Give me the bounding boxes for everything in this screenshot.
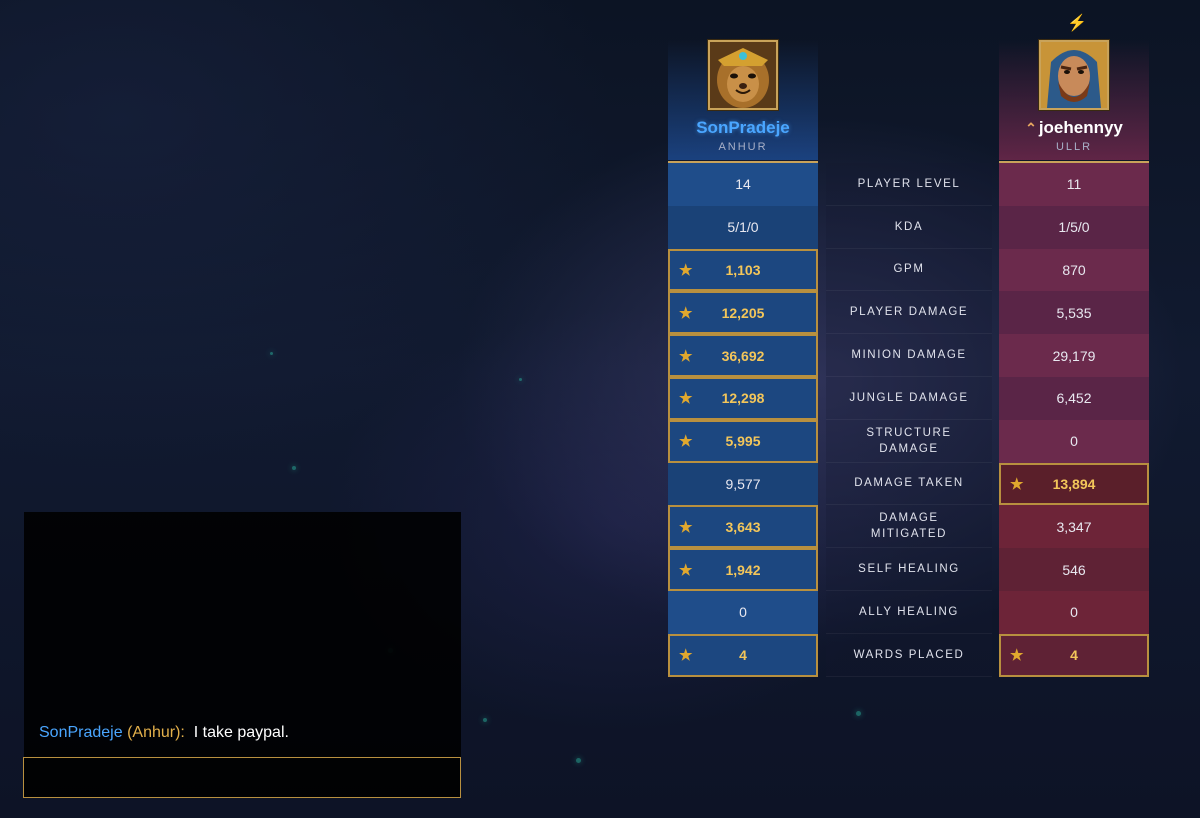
star-icon: ★ — [679, 347, 693, 365]
stats-column-right: 11 1/5/0 870 5,535 29,179 6,452 0 ★ 13,894 3,347 5… — [999, 163, 1149, 677]
stat-value-text: 4 — [1070, 647, 1078, 664]
stat-value-text: 5,535 — [1056, 304, 1092, 321]
stat-value-text: 1/5/0 — [1058, 219, 1090, 236]
particle — [483, 718, 487, 722]
star-icon: ★ — [679, 647, 693, 665]
stat-value-left: ★ 36,692 — [668, 334, 818, 377]
stat-value-left: 5/1/0 — [668, 205, 818, 249]
stat-value-text: 0 — [1070, 604, 1078, 621]
player-name[interactable]: ⌃ joehennyy — [999, 118, 1149, 138]
stat-value-right: 1/5/0 — [999, 205, 1149, 249]
stat-value-left: ★ 12,205 — [668, 291, 818, 335]
stat-value-left: ★ 3,643 — [668, 505, 818, 549]
stat-value-right: 3,347 — [999, 505, 1149, 549]
stat-value-text: 1,942 — [725, 561, 761, 578]
star-icon: ★ — [679, 261, 693, 279]
stat-value-right: 6,452 — [999, 376, 1149, 420]
god-name: ULLR — [1055, 141, 1093, 153]
stat-value-text: 0 — [739, 604, 747, 621]
player-header-left: SonPradeje ANHUR — [668, 40, 818, 160]
star-icon: ★ — [679, 304, 693, 322]
star-icon: ★ — [679, 390, 693, 408]
avatar-anhur[interactable] — [708, 40, 778, 110]
particle — [576, 758, 581, 763]
stat-label: JUNGLE DAMAGE — [826, 376, 992, 420]
stat-value-right: 0 — [999, 590, 1149, 634]
stat-value-left: ★ 12,298 — [668, 376, 818, 420]
stat-label: PLAYER LEVEL — [826, 163, 992, 206]
stat-value-text: 1,103 — [725, 261, 761, 278]
chat-panel — [24, 512, 461, 757]
stat-value-text: 12,298 — [721, 390, 765, 407]
particle — [519, 378, 522, 381]
chat-input[interactable] — [23, 757, 461, 798]
stat-label: MINION DAMAGE — [826, 334, 992, 377]
stat-label: PLAYER DAMAGE — [826, 291, 992, 335]
particle — [292, 466, 296, 470]
stat-value-text: 13,894 — [1052, 475, 1096, 492]
star-icon: ★ — [679, 518, 693, 536]
stat-value-right: 5,535 — [999, 291, 1149, 335]
stat-value-text: 5,995 — [725, 433, 761, 450]
chat-sender[interactable]: SonPradeje — [39, 724, 123, 741]
stat-value-left: 14 — [668, 163, 818, 206]
stat-value-text: 6,452 — [1056, 390, 1092, 407]
stat-value-text: 5/1/0 — [727, 219, 759, 236]
chevron-up-icon: ⌃ — [1025, 120, 1037, 136]
stat-label: ALLY HEALING — [826, 590, 992, 634]
stat-value-left: 9,577 — [668, 462, 818, 506]
stat-value-text: 14 — [735, 176, 751, 193]
chat-message: SonPradeje (Anhur): I take paypal. — [39, 724, 289, 742]
stat-value-text: 11 — [1066, 176, 1082, 193]
stat-value-text: 4 — [739, 647, 747, 664]
stat-value-text: 3,643 — [725, 518, 761, 535]
stat-value-right: ★ 13,894 — [999, 462, 1149, 506]
stat-value-text: 12,205 — [721, 304, 765, 321]
stats-column-left: 14 5/1/0 ★ 1,103 ★ 12,205 ★ 36,692 ★ 12,298 ★ 5,995… — [668, 163, 818, 677]
stat-label: SELF HEALING — [826, 548, 992, 591]
lightning-icon: ⚡ — [1067, 15, 1087, 32]
stat-value-text: 29,179 — [1052, 347, 1096, 364]
stat-value-right: ★ 4 — [999, 633, 1149, 677]
stat-value-right: 29,179 — [999, 334, 1149, 377]
stat-value-text: 0 — [1070, 433, 1078, 450]
stat-label: KDA — [826, 205, 992, 249]
avatar-ullr[interactable] — [1039, 40, 1109, 110]
stat-value-text: 36,692 — [721, 347, 765, 364]
star-icon: ★ — [1010, 475, 1024, 493]
stat-value-right: 0 — [999, 419, 1149, 463]
chat-sender-god: (Anhur): — [127, 724, 185, 741]
stat-value-left: ★ 1,103 — [668, 248, 818, 292]
chat-message-text: I take paypal. — [193, 724, 289, 741]
stat-value-right: 870 — [999, 248, 1149, 292]
star-icon: ★ — [679, 433, 693, 451]
particle — [270, 352, 273, 355]
stat-value-left: ★ 5,995 — [668, 419, 818, 463]
stats-labels-column: PLAYER LEVEL KDA GPM PLAYER DAMAGE MINION DA… — [826, 163, 992, 677]
stat-value-left: 0 — [668, 590, 818, 634]
stat-label: WARDS PLACED — [826, 633, 992, 677]
stat-label: GPM — [826, 248, 992, 292]
god-name: ANHUR — [718, 141, 768, 153]
stat-value-text: 870 — [1062, 261, 1086, 278]
stat-value-text: 9,577 — [725, 475, 761, 492]
stat-label: STRUCTURE DAMAGE — [826, 419, 992, 463]
star-icon: ★ — [679, 561, 693, 579]
player-header-right: ⌃ joehennyy ULLR — [999, 40, 1149, 160]
stat-label: DAMAGE MITIGATED — [826, 505, 992, 549]
stat-value-right: 11 — [999, 163, 1149, 206]
stat-value-left: ★ 4 — [668, 633, 818, 677]
star-icon: ★ — [1010, 647, 1024, 665]
stat-value-text: 3,347 — [1056, 518, 1092, 535]
player-name[interactable]: SonPradeje — [668, 118, 818, 138]
particle — [856, 711, 861, 716]
stat-label: DAMAGE TAKEN — [826, 462, 992, 506]
stat-value-left: ★ 1,942 — [668, 548, 818, 591]
stat-value-right: 546 — [999, 548, 1149, 591]
stat-value-text: 546 — [1062, 561, 1086, 578]
